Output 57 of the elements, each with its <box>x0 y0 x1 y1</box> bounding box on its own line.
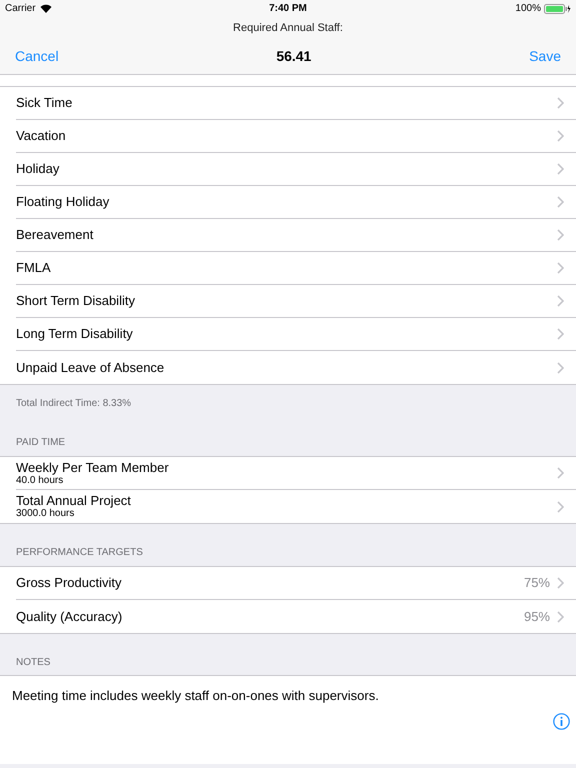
table-row[interactable]: Floating Holiday <box>0 186 576 219</box>
notes-text-area[interactable]: Meeting time includes weekly staff on-on-ones with supervisors. <box>0 675 576 764</box>
table-row[interactable]: Sick Time <box>0 87 576 120</box>
table-row[interactable]: Bereavement <box>0 219 576 252</box>
wifi-icon <box>40 4 52 13</box>
row-subtitle: 3000.0 hours <box>16 508 76 520</box>
table-row[interactable]: Weekly Per Team Member 40.0 hours <box>0 457 576 490</box>
carrier-label: Carrier <box>5 2 36 16</box>
notes-text: Meeting time includes weekly staff on-on-ones with supervisors. <box>12 687 380 705</box>
section-header: PAID TIME <box>16 436 66 450</box>
chevron-icon <box>557 362 564 374</box>
table-row[interactable]: Gross Productivity 75% <box>0 567 576 600</box>
chevron-icon <box>557 97 564 109</box>
chevron-icon <box>557 500 564 512</box>
chevron-icon <box>557 610 564 622</box>
table-row[interactable]: Holiday <box>0 153 576 186</box>
nav-title: 56.41 <box>276 46 312 66</box>
row-label: Holiday <box>16 160 60 178</box>
chevron-icon <box>557 262 564 274</box>
row-label: Short Term Disability <box>16 292 136 310</box>
chevron-icon <box>557 328 564 340</box>
row-subtitle: 40.0 hours <box>16 474 64 486</box>
table-row[interactable]: Quality (Accuracy) 95% <box>0 600 576 633</box>
row-label: Floating Holiday <box>16 193 110 212</box>
row-label: Weekly Per Team Member <box>16 460 170 474</box>
table-row[interactable]: Total Annual Project 3000.0 hours <box>0 490 576 523</box>
row-label: Sick Time <box>16 94 74 112</box>
table-row[interactable]: Unpaid Leave of Absence <box>0 351 576 384</box>
section-header: PERFORMANCE TARGETS <box>16 546 143 560</box>
chevron-icon <box>557 229 564 241</box>
row-label: Gross Productivity <box>16 574 122 592</box>
row-label: FMLA <box>16 259 52 278</box>
row-value: 95% <box>524 608 550 626</box>
table-row[interactable]: Vacation <box>0 120 576 153</box>
row-label: Long Term Disability <box>16 325 134 344</box>
chevron-icon <box>557 130 564 142</box>
row-label: Unpaid Leave of Absence <box>16 358 166 377</box>
chevron-icon <box>557 577 564 589</box>
table-row[interactable]: Long Term Disability <box>0 318 576 351</box>
section-header: NOTES <box>16 656 50 670</box>
clock: 7:40 PM <box>269 2 307 16</box>
prompt-text: Required Annual Staff: <box>232 21 344 36</box>
row-value: 75% <box>524 574 550 592</box>
chevron-icon <box>557 295 564 307</box>
row-label: Vacation <box>16 127 67 146</box>
chevron-icon <box>557 163 564 175</box>
table-row[interactable]: Short Term Disability <box>0 285 576 318</box>
row-label: Quality (Accuracy) <box>16 608 124 626</box>
chevron-icon <box>557 196 564 208</box>
row-label: Bereavement <box>16 226 94 244</box>
table-row[interactable]: FMLA <box>0 252 576 285</box>
info-icon[interactable] <box>553 713 570 730</box>
row-label: Total Annual Project <box>16 493 132 508</box>
battery-icon <box>544 4 571 14</box>
chevron-icon <box>557 467 564 479</box>
section-footer: Total Indirect Time: 8.33% <box>16 398 132 409</box>
battery-percent: 100% <box>515 2 541 16</box>
